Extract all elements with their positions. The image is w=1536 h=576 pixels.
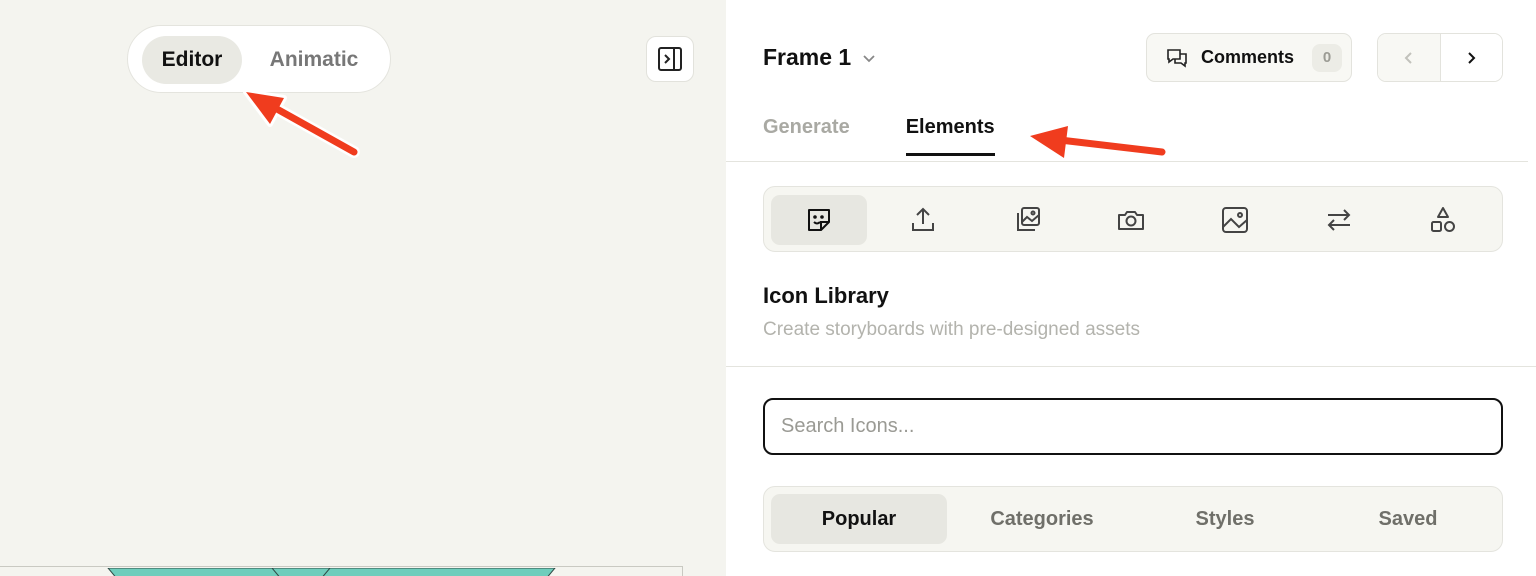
- shapes-icon: [1431, 207, 1455, 232]
- library-subtitle: Create storyboards with pre-designed ass…: [763, 319, 1141, 340]
- element-type-toolbar: [763, 186, 1503, 252]
- chevron-down-icon: [863, 54, 875, 62]
- canvas-area: Editor Animatic: [0, 0, 726, 576]
- segment-styles[interactable]: Styles: [1137, 494, 1313, 544]
- sticker-icon: [808, 209, 830, 231]
- comments-icon: [1167, 48, 1187, 68]
- camera-icon: [1118, 211, 1144, 230]
- tab-elements[interactable]: Elements: [905, 116, 995, 156]
- elements-panel: Frame 1 Comments 0 Generate Elements Ico…: [726, 0, 1536, 576]
- swap-tool-button[interactable]: [1291, 195, 1387, 245]
- frame-title-dropdown[interactable]: Frame 1: [763, 44, 877, 71]
- upload-icon: [912, 207, 934, 231]
- swap-arrows-icon: [1327, 209, 1351, 231]
- tab-generate[interactable]: Generate: [763, 116, 850, 156]
- tabs-divider: [726, 161, 1528, 162]
- comments-count-badge: 0: [1312, 43, 1343, 72]
- frame-preview: [0, 566, 683, 576]
- shapes-tool-button[interactable]: [1395, 195, 1491, 245]
- image-stack-icon: [1017, 207, 1040, 231]
- chevron-left-icon: [1404, 51, 1412, 64]
- frame-preview-shape: [106, 567, 557, 576]
- next-frame-button[interactable]: [1440, 34, 1502, 81]
- chevron-right-icon: [1468, 51, 1476, 64]
- comments-label: Comments: [1201, 47, 1295, 67]
- search-icons-input[interactable]: [763, 398, 1503, 455]
- upload-tool-button[interactable]: [875, 195, 971, 245]
- segment-categories[interactable]: Categories: [954, 494, 1130, 544]
- segment-saved[interactable]: Saved: [1320, 494, 1496, 544]
- prev-frame-button[interactable]: [1378, 34, 1441, 81]
- frame-title: Frame 1: [763, 44, 852, 70]
- library-divider: [726, 366, 1536, 367]
- panel-tabs: Generate Elements: [763, 116, 995, 156]
- editor-mode-button[interactable]: Editor: [142, 36, 242, 84]
- library-title: Icon Library: [763, 283, 889, 308]
- segment-popular[interactable]: Popular: [771, 494, 947, 544]
- animatic-mode-button[interactable]: Animatic: [254, 36, 374, 84]
- image-stack-tool-button[interactable]: [979, 195, 1075, 245]
- camera-tool-button[interactable]: [1083, 195, 1179, 245]
- mode-switch: Editor Animatic: [127, 25, 391, 93]
- sticker-tool-button[interactable]: [771, 195, 867, 245]
- image-tool-button[interactable]: [1187, 195, 1283, 245]
- comments-button[interactable]: Comments 0: [1146, 33, 1352, 82]
- frame-nav: [1377, 33, 1503, 82]
- sidebar-collapse-icon: [658, 47, 682, 71]
- library-filter-segment: Popular Categories Styles Saved: [763, 486, 1503, 552]
- image-icon: [1222, 207, 1248, 233]
- panel-toggle-button[interactable]: [646, 36, 694, 82]
